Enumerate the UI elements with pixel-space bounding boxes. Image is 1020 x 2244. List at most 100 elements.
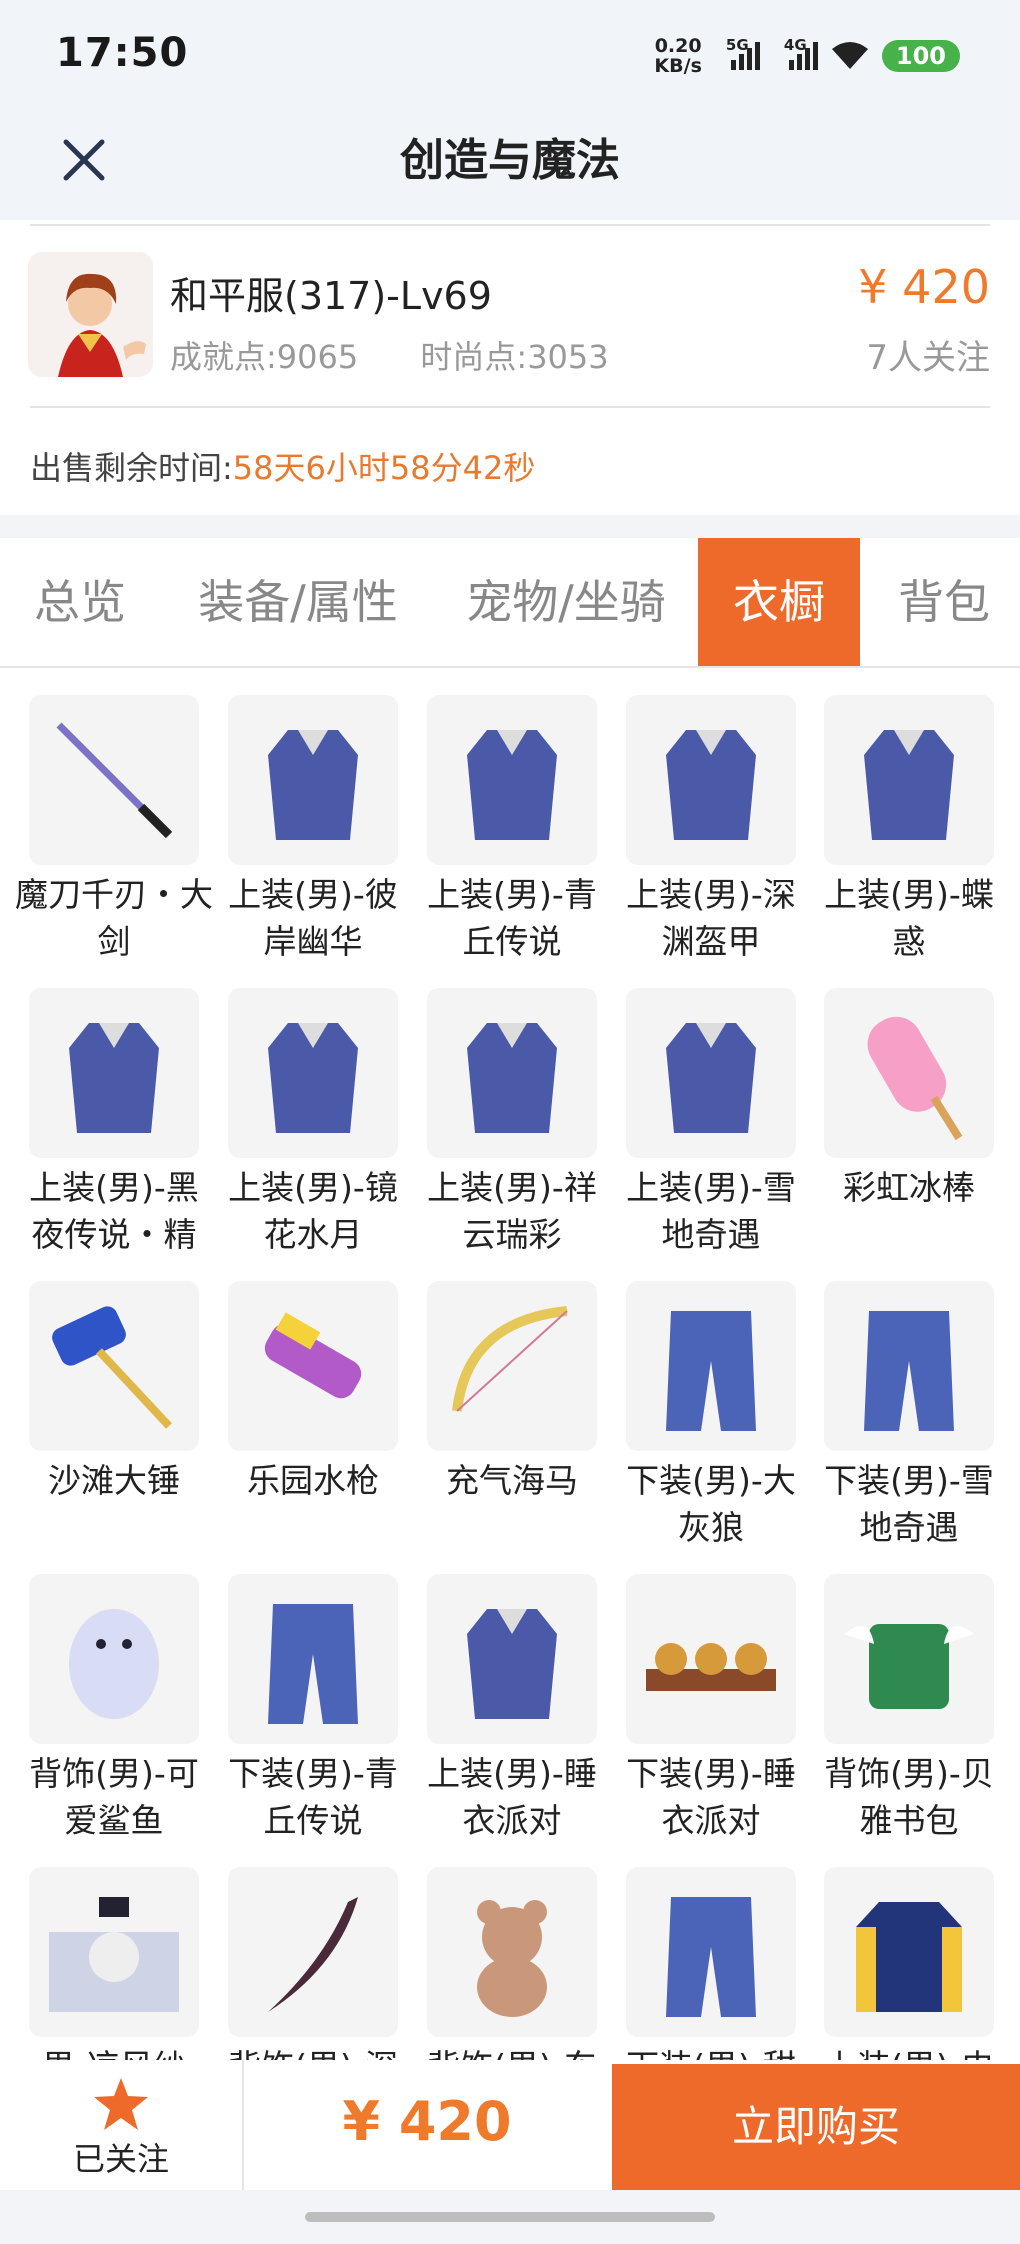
sword-icon bbox=[29, 695, 199, 865]
wardrobe-item[interactable]: 男-凉风纱 bbox=[28, 1867, 200, 2060]
wardrobe-item-label: 下装(男)-大灰狼 bbox=[626, 1461, 796, 1547]
tab-bar: 总览 装备/属性 宠物/坐骑 衣橱 背包 bbox=[0, 538, 1020, 668]
wardrobe-item[interactable]: 彩虹冰棒 bbox=[823, 988, 995, 1211]
wardrobe-item[interactable]: 充气海马 bbox=[426, 1281, 598, 1504]
wardrobe-item-label: 彩虹冰棒 bbox=[843, 1168, 975, 1207]
wardrobe-item-label: 上装(男)-祥云瑞彩 bbox=[427, 1168, 597, 1254]
follow-button[interactable]: 已关注 bbox=[0, 2060, 244, 2190]
wardrobe-item[interactable]: 上装(男)-镜花水月 bbox=[227, 988, 399, 1258]
wardrobe-item-label: 沙滩大锤 bbox=[48, 1461, 180, 1500]
wardrobe-item-label: 下装(男)-青丘传说 bbox=[228, 1754, 398, 1840]
wardrobe-item[interactable]: 上装(男)-黑夜传说・精 bbox=[28, 988, 200, 1258]
tab-equipment[interactable]: 装备/属性 bbox=[168, 538, 428, 666]
buy-now-button[interactable]: 立即购买 bbox=[612, 2064, 1020, 2190]
wardrobe-item-label: 上装(男)-史 bbox=[809, 2043, 1009, 2060]
wardrobe-item[interactable]: 魔刀千刃・大剑 bbox=[15, 695, 213, 965]
wardrobe-item[interactable]: 上装(男)-蝶惑 bbox=[823, 695, 995, 965]
shark-icon bbox=[29, 1574, 199, 1744]
wardrobe-item[interactable]: 上装(男)-深渊盔甲 bbox=[625, 695, 797, 965]
wardrobe-item-label: 下装(男)-雪地奇遇 bbox=[824, 1461, 994, 1547]
wardrobe-item[interactable]: 上装(男)-雪地奇遇 bbox=[625, 988, 797, 1258]
status-time: 17:50 bbox=[56, 30, 189, 76]
tab-wardrobe[interactable]: 衣橱 bbox=[698, 538, 860, 666]
tab-backpack[interactable]: 背包 bbox=[868, 538, 1020, 666]
divider bbox=[30, 224, 990, 226]
follow-label: 已关注 bbox=[72, 2140, 169, 2178]
wardrobe-item[interactable]: 背饰(男)-可爱鲨鱼 bbox=[28, 1574, 200, 1844]
pants-icon bbox=[626, 1281, 796, 1451]
wardrobe-item-label: 上装(男)-深渊盔甲 bbox=[626, 875, 796, 961]
costume-icon bbox=[427, 695, 597, 865]
divider bbox=[30, 406, 990, 408]
costume-icon bbox=[427, 988, 597, 1158]
slippers-icon bbox=[626, 1574, 796, 1744]
wardrobe-item[interactable]: 沙滩大锤 bbox=[28, 1281, 200, 1504]
pants-icon bbox=[626, 1867, 796, 2037]
character-name: 和平服(317)-Lv69 bbox=[170, 274, 492, 318]
wardrobe-item[interactable]: 下装(男)-大灰狼 bbox=[625, 1281, 797, 1551]
hammer-icon bbox=[29, 1281, 199, 1451]
achievement-points: 成就点:9065 bbox=[170, 338, 359, 376]
wardrobe-item[interactable]: 上装(男)-史 bbox=[823, 1867, 995, 2060]
wardrobe-item-label: 充气海马 bbox=[446, 1461, 578, 1500]
page-title: 创造与魔法 bbox=[400, 135, 620, 186]
character-avatar bbox=[28, 252, 153, 377]
wardrobe-item-label: 上装(男)-蝶惑 bbox=[824, 875, 994, 961]
water-gun-icon bbox=[228, 1281, 398, 1451]
tab-overview[interactable]: 总览 bbox=[0, 538, 160, 666]
network-speed: 0.20 KB/s bbox=[654, 35, 702, 77]
wardrobe-grid: 魔刀千刃・大剑 上装(男)-彼岸幽华 上装(男)-青丘传说 上装(男)-深渊盔甲 上装(… bbox=[0, 668, 1020, 2060]
signal-4g-icon: 4G bbox=[784, 36, 818, 70]
teddy-bear-icon bbox=[427, 1867, 597, 2037]
sale-time: 出售剩余时间:58天6小时58分42秒 bbox=[30, 443, 535, 489]
wardrobe-item[interactable]: 下装(男)-甜 bbox=[625, 1867, 797, 2060]
wifi-icon bbox=[831, 42, 868, 69]
costume-icon bbox=[824, 695, 994, 865]
character-card: 和平服(317)-Lv69 成就点:9065 时尚点:3053 ¥ 420 7人… bbox=[0, 220, 1020, 515]
costume-icon bbox=[626, 988, 796, 1158]
costume-icon bbox=[228, 695, 398, 865]
nav-bar: 创造与魔法 bbox=[0, 110, 1020, 220]
wardrobe-item[interactable]: 上装(男)-彼岸幽华 bbox=[227, 695, 399, 965]
backpack-icon bbox=[824, 1574, 994, 1744]
wardrobe-item-label: 上装(男)-青丘传说 bbox=[427, 875, 597, 961]
wardrobe-item[interactable]: 背饰(男)-贝雅书包 bbox=[823, 1574, 995, 1844]
wardrobe-item-label: 背饰(男)-贝雅书包 bbox=[824, 1754, 994, 1840]
wardrobe-item[interactable]: 背饰(男)-东 bbox=[426, 1867, 598, 2060]
status-bar: 17:50 0.20 KB/s 5G 4G 100 bbox=[0, 0, 1020, 110]
wardrobe-item[interactable]: 乐园水枪 bbox=[227, 1281, 399, 1504]
wardrobe-item-label: 魔刀千刃・大剑 bbox=[15, 875, 213, 961]
wardrobe-item[interactable]: 上装(男)-祥云瑞彩 bbox=[426, 988, 598, 1258]
wardrobe-item[interactable]: 上装(男)-青丘传说 bbox=[426, 695, 598, 965]
wardrobe-item-label: 上装(男)-黑夜传说・精 bbox=[29, 1168, 199, 1254]
follower-count: 7人关注 bbox=[866, 338, 990, 378]
sale-time-value: 58天6小时58分42秒 bbox=[232, 449, 536, 487]
costume-icon bbox=[626, 695, 796, 865]
wardrobe-item-label: 背饰(男)-深 bbox=[213, 2043, 413, 2060]
blade-icon bbox=[228, 1867, 398, 2037]
costume-icon bbox=[228, 988, 398, 1158]
popsicle-icon bbox=[824, 988, 994, 1158]
wardrobe-item-label: 上装(男)-镜花水月 bbox=[228, 1168, 398, 1254]
wardrobe-item-label: 上装(男)-雪地奇遇 bbox=[626, 1168, 796, 1254]
wardrobe-item[interactable]: 下装(男)-雪地奇遇 bbox=[823, 1281, 995, 1551]
wardrobe-item-label: 下装(男)-睡衣派对 bbox=[626, 1754, 796, 1840]
wardrobe-item[interactable]: 背饰(男)-深 bbox=[227, 1867, 399, 2060]
wardrobe-item[interactable]: 上装(男)-睡衣派对 bbox=[426, 1574, 598, 1844]
price-label: ¥ 420 bbox=[858, 260, 990, 314]
tab-pets[interactable]: 宠物/坐骑 bbox=[436, 538, 696, 666]
wardrobe-item-label: 男-凉风纱 bbox=[14, 2043, 214, 2060]
sale-time-label: 出售剩余时间: bbox=[30, 449, 233, 487]
costume-icon bbox=[427, 1574, 597, 1744]
character-stats: 成就点:9065 时尚点:3053 bbox=[170, 332, 661, 378]
status-icons: 0.20 KB/s 5G 4G 100 bbox=[654, 36, 960, 76]
wardrobe-item[interactable]: 下装(男)-青丘传说 bbox=[227, 1574, 399, 1844]
bow-icon bbox=[427, 1281, 597, 1451]
wardrobe-item[interactable]: 下装(男)-睡衣派对 bbox=[625, 1574, 797, 1844]
pants-icon bbox=[228, 1574, 398, 1744]
pants-icon bbox=[824, 1281, 994, 1451]
jacket-icon bbox=[824, 1867, 994, 2037]
wardrobe-item-label: 上装(男)-彼岸幽华 bbox=[228, 875, 398, 961]
home-indicator[interactable] bbox=[305, 2212, 715, 2222]
wardrobe-item-label: 乐园水枪 bbox=[247, 1461, 379, 1500]
